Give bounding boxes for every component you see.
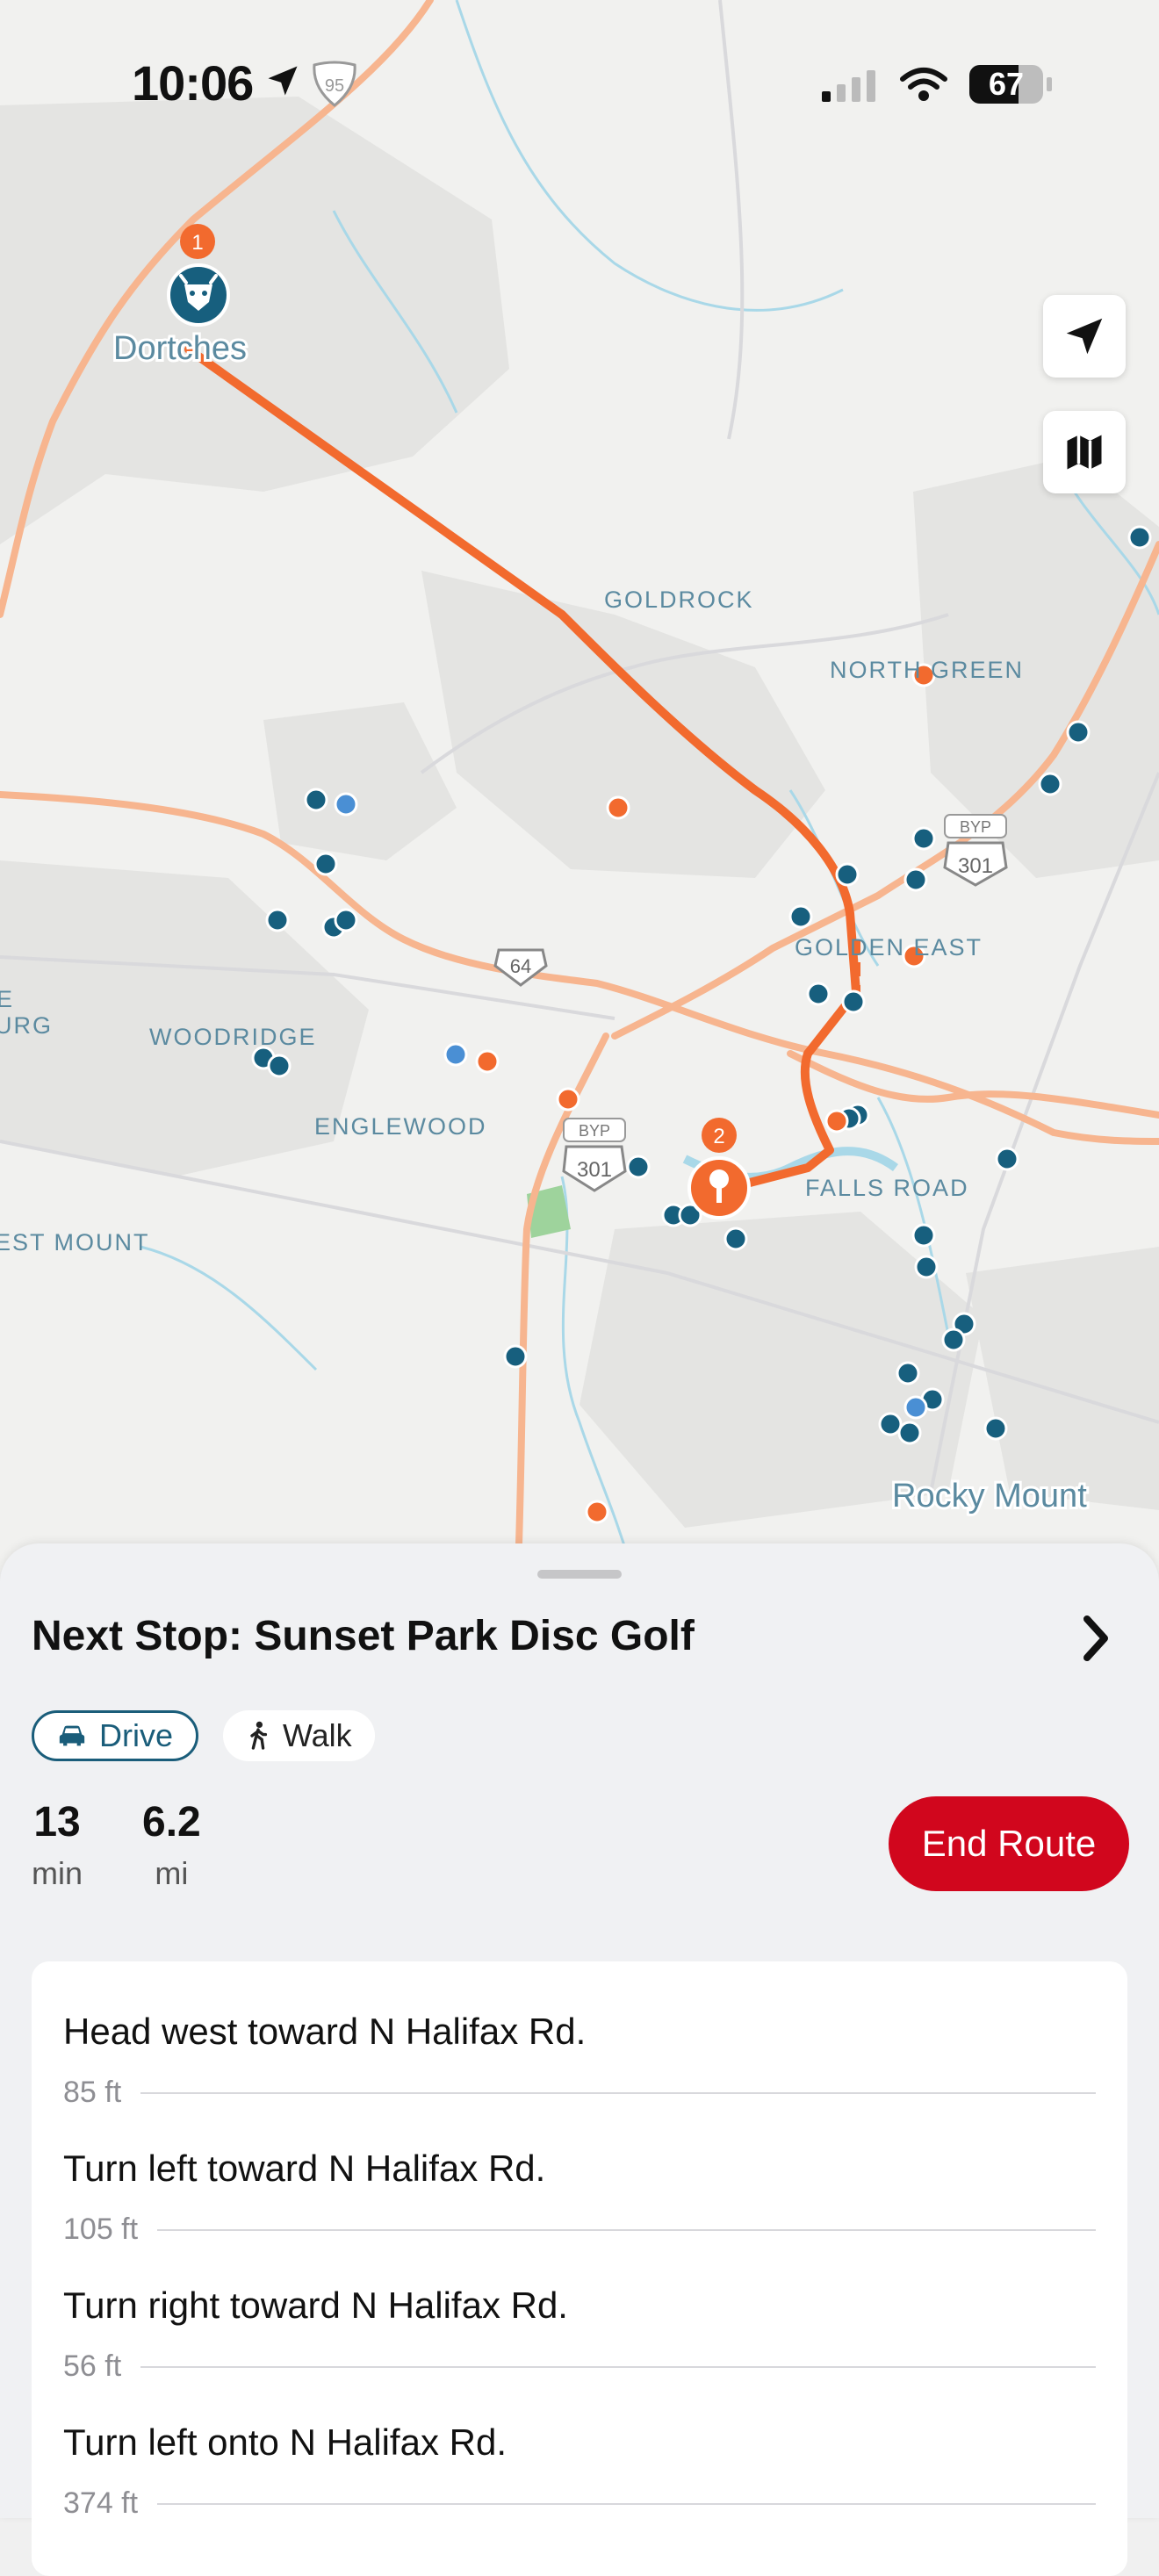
distance-stat: 6.2 mi (142, 1798, 201, 1892)
place-label: GOLDEN EAST (795, 934, 983, 961)
step-distance-label: 56 ft (63, 2349, 122, 2383)
directions-list: Head west toward N Halifax Rd. 85 ft Tur… (32, 1961, 1127, 2576)
interstate-shield-icon: 95 (313, 61, 356, 107)
chevron-right-icon[interactable] (1078, 1614, 1113, 1663)
place-label: E (0, 986, 14, 1012)
step-distance: 105 ft (63, 2213, 1096, 2247)
place-label: NORTH GREEN (830, 657, 1024, 683)
end-route-button[interactable]: End Route (889, 1796, 1129, 1891)
duration-value: 13 (33, 1799, 81, 1846)
direction-step: Turn left toward N Halifax Rd. (63, 2148, 546, 2189)
cellular-signal-icon (822, 70, 875, 102)
route-sheet: Next Stop: Sunset Park Disc Golf Drive W… (0, 1543, 1159, 2576)
direction-step: Head west toward N Halifax Rd. (63, 2011, 587, 2052)
divider (140, 2365, 1096, 2368)
place-label: URG (0, 1012, 53, 1039)
status-time: 10:06 (132, 55, 254, 111)
direction-step: Turn left onto N Halifax Rd. (63, 2421, 507, 2463)
next-stop-title[interactable]: Next Stop: Sunset Park Disc Golf (32, 1612, 695, 1660)
svg-text:1: 1 (191, 231, 203, 255)
svg-text:BYP: BYP (579, 1122, 610, 1140)
svg-text:2: 2 (713, 1125, 724, 1148)
car-icon (59, 1725, 85, 1746)
battery-icon: 67 (969, 65, 1043, 104)
divider (157, 2228, 1096, 2231)
step-distance-label: 105 ft (63, 2213, 139, 2246)
svg-text:301: 301 (577, 1158, 612, 1182)
place-label: WOODRIDGE (149, 1024, 317, 1050)
step-distance-label: 374 ft (63, 2486, 139, 2520)
drive-mode-button[interactable]: Drive (32, 1710, 199, 1761)
walk-mode-button[interactable]: Walk (223, 1710, 375, 1761)
battery-level: 67 (988, 66, 1025, 102)
location-arrow-icon (1066, 318, 1103, 355)
map-style-button[interactable] (1043, 411, 1126, 493)
svg-text:301: 301 (958, 854, 993, 878)
place-label: ENGLEWOOD (314, 1113, 487, 1140)
map-icon (1067, 435, 1102, 470)
direction-step: Turn right toward N Halifax Rd. (63, 2285, 568, 2326)
distance-unit: mi (155, 1855, 189, 1891)
recenter-location-button[interactable] (1043, 295, 1126, 378)
svg-text:BYP: BYP (960, 818, 991, 836)
walk-mode-label: Walk (283, 1717, 352, 1753)
divider (157, 2502, 1096, 2505)
step-distance: 85 ft (63, 2076, 1096, 2110)
svg-text:95: 95 (325, 76, 344, 96)
status-bar: 10:06 95 67 (0, 0, 1159, 167)
place-label: EST MOUNT (0, 1229, 150, 1256)
location-arrow-icon (268, 66, 298, 96)
place-label-rocky-mount: Rocky Mount (892, 1478, 1087, 1515)
distance-value: 6.2 (142, 1799, 201, 1846)
step-distance: 56 ft (63, 2349, 1096, 2384)
walking-person-icon (250, 1721, 268, 1750)
svg-text:64: 64 (510, 955, 531, 977)
place-label: FALLS ROAD (805, 1175, 969, 1201)
place-label-dortches: Dortches (113, 330, 247, 367)
divider (140, 2091, 1096, 2094)
duration-stat: 13 min (32, 1798, 83, 1892)
drive-mode-label: Drive (99, 1717, 174, 1753)
place-label: GOLDROCK (604, 586, 754, 613)
duration-unit: min (32, 1855, 83, 1891)
step-distance: 374 ft (63, 2486, 1096, 2521)
wifi-icon (900, 68, 947, 101)
map-view[interactable]: 64 BYP 301 BYP 301 GOLDROCK NORTH GREEN … (0, 0, 1159, 1572)
sheet-grabber[interactable] (537, 1570, 622, 1579)
step-distance-label: 85 ft (63, 2076, 122, 2109)
